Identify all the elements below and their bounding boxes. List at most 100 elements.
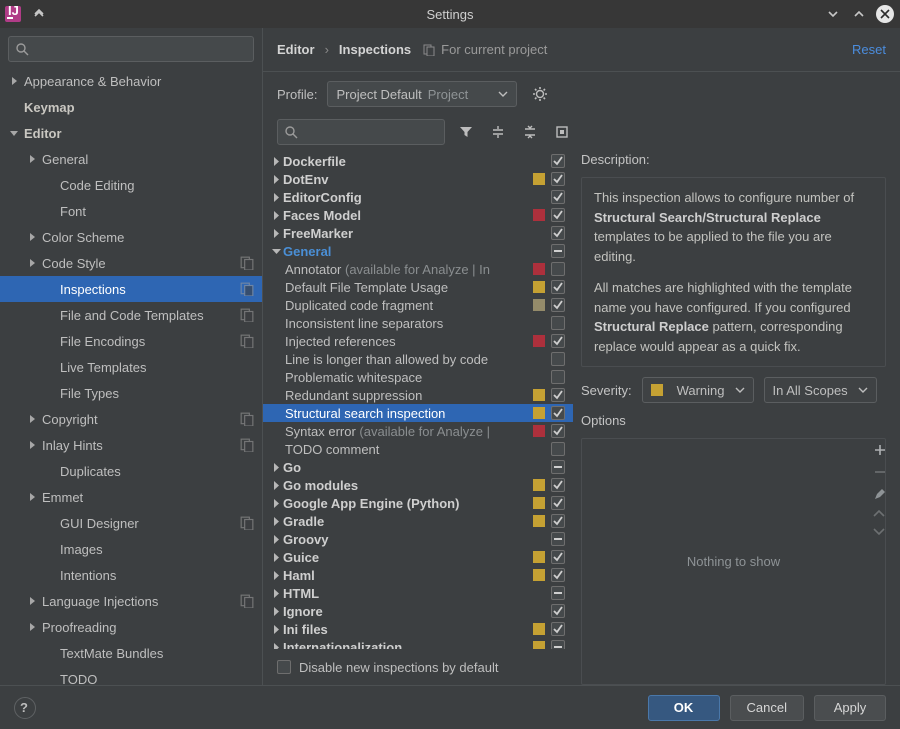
filter-button[interactable] — [455, 121, 477, 143]
sidebar-item-file-encodings[interactable]: File Encodings — [0, 328, 262, 354]
inspection-checkbox[interactable] — [551, 586, 565, 600]
inspection-row[interactable]: Structural search inspection — [263, 404, 573, 422]
edit-button[interactable] — [873, 487, 887, 501]
inspection-checkbox[interactable] — [551, 478, 565, 492]
inspection-row[interactable]: Go — [263, 458, 573, 476]
inspection-checkbox[interactable] — [551, 298, 565, 312]
inspection-checkbox[interactable] — [551, 460, 565, 474]
sidebar-item-duplicates[interactable]: Duplicates — [0, 458, 262, 484]
collapse-all-button[interactable] — [519, 121, 541, 143]
sidebar-item-font[interactable]: Font — [0, 198, 262, 224]
inspection-checkbox[interactable] — [551, 442, 565, 456]
inspection-checkbox[interactable] — [551, 550, 565, 564]
inspection-checkbox[interactable] — [551, 352, 565, 366]
sidebar-item-code-style[interactable]: Code Style — [0, 250, 262, 276]
inspection-row[interactable]: Ignore — [263, 602, 573, 620]
maximize-icon[interactable] — [848, 3, 870, 25]
inspection-checkbox[interactable] — [551, 208, 565, 222]
ok-button[interactable]: OK — [648, 695, 720, 721]
remove-button[interactable] — [873, 465, 887, 479]
sidebar-item-emmet[interactable]: Emmet — [0, 484, 262, 510]
inspection-checkbox[interactable] — [551, 424, 565, 438]
inspection-row[interactable]: Annotator (available for Analyze | In — [263, 260, 573, 278]
inspection-checkbox[interactable] — [551, 226, 565, 240]
inspection-checkbox[interactable] — [551, 316, 565, 330]
reset-link[interactable]: Reset — [852, 42, 886, 57]
sidebar-item-todo[interactable]: TODO — [0, 666, 262, 685]
inspection-checkbox[interactable] — [551, 496, 565, 510]
inspection-checkbox[interactable] — [551, 154, 565, 168]
inspection-row[interactable]: Line is longer than allowed by code — [263, 350, 573, 368]
inspection-checkbox[interactable] — [551, 604, 565, 618]
sidebar-item-copyright[interactable]: Copyright — [0, 406, 262, 432]
inspection-row[interactable]: Syntax error (available for Analyze | — [263, 422, 573, 440]
inspections-tree[interactable]: DockerfileDotEnvEditorConfigFaces ModelF… — [263, 148, 573, 649]
sidebar-item-intentions[interactable]: Intentions — [0, 562, 262, 588]
sidebar-item-inspections[interactable]: Inspections — [0, 276, 262, 302]
inspection-checkbox[interactable] — [551, 190, 565, 204]
sidebar-item-textmate-bundles[interactable]: TextMate Bundles — [0, 640, 262, 666]
sidebar-item-inlay-hints[interactable]: Inlay Hints — [0, 432, 262, 458]
inspection-checkbox[interactable] — [551, 370, 565, 384]
help-button[interactable]: ? — [14, 697, 36, 719]
profile-combo[interactable]: Project Default Project — [327, 81, 517, 107]
reset-defaults-button[interactable] — [551, 121, 573, 143]
inspection-checkbox[interactable] — [551, 280, 565, 294]
inspection-row[interactable]: Haml — [263, 566, 573, 584]
sidebar-item-live-templates[interactable]: Live Templates — [0, 354, 262, 380]
inspection-row[interactable]: Groovy — [263, 530, 573, 548]
sidebar-item-editor[interactable]: Editor — [0, 120, 262, 146]
breadcrumb-root[interactable]: Editor — [277, 42, 315, 57]
minimize-icon[interactable] — [822, 3, 844, 25]
sidebar-item-images[interactable]: Images — [0, 536, 262, 562]
move-up-button[interactable] — [873, 509, 887, 519]
inspection-checkbox[interactable] — [551, 262, 565, 276]
inspection-row[interactable]: DotEnv — [263, 170, 573, 188]
inspection-row[interactable]: General — [263, 242, 573, 260]
inspection-row[interactable]: Redundant suppression — [263, 386, 573, 404]
apply-button[interactable]: Apply — [814, 695, 886, 721]
inspection-checkbox[interactable] — [551, 172, 565, 186]
inspection-row[interactable]: Internationalization — [263, 638, 573, 649]
sidebar-item-appearance-behavior[interactable]: Appearance & Behavior — [0, 68, 262, 94]
inspection-checkbox[interactable] — [551, 640, 565, 649]
inspection-row[interactable]: TODO comment — [263, 440, 573, 458]
sidebar-search[interactable] — [8, 36, 254, 62]
sidebar-item-general[interactable]: General — [0, 146, 262, 172]
disable-new-checkbox[interactable] — [277, 660, 291, 674]
inspection-row[interactable]: FreeMarker — [263, 224, 573, 242]
inspection-row[interactable]: Inconsistent line separators — [263, 314, 573, 332]
sidebar-item-gui-designer[interactable]: GUI Designer — [0, 510, 262, 536]
inspection-row[interactable]: Go modules — [263, 476, 573, 494]
sidebar-item-keymap[interactable]: Keymap — [0, 94, 262, 120]
inspection-row[interactable]: Default File Template Usage — [263, 278, 573, 296]
sidebar-item-code-editing[interactable]: Code Editing — [0, 172, 262, 198]
inspection-row[interactable]: Injected references — [263, 332, 573, 350]
expand-up-icon[interactable] — [28, 3, 50, 25]
inspection-checkbox[interactable] — [551, 532, 565, 546]
close-button[interactable] — [874, 3, 896, 25]
sidebar-item-language-injections[interactable]: Language Injections — [0, 588, 262, 614]
inspection-row[interactable]: Ini files — [263, 620, 573, 638]
severity-combo[interactable]: Warning — [642, 377, 754, 403]
inspection-row[interactable]: Faces Model — [263, 206, 573, 224]
inspection-row[interactable]: Guice — [263, 548, 573, 566]
inspection-row[interactable]: Problematic whitespace — [263, 368, 573, 386]
inspection-checkbox[interactable] — [551, 514, 565, 528]
inspection-row[interactable]: Google App Engine (Python) — [263, 494, 573, 512]
inspection-checkbox[interactable] — [551, 334, 565, 348]
sidebar-item-proofreading[interactable]: Proofreading — [0, 614, 262, 640]
inspection-checkbox[interactable] — [551, 406, 565, 420]
move-down-button[interactable] — [873, 527, 887, 537]
inspection-row[interactable]: Dockerfile — [263, 152, 573, 170]
sidebar-item-file-and-code-templates[interactable]: File and Code Templates — [0, 302, 262, 328]
expand-all-button[interactable] — [487, 121, 509, 143]
sidebar-item-file-types[interactable]: File Types — [0, 380, 262, 406]
inspection-checkbox[interactable] — [551, 388, 565, 402]
profile-settings-button[interactable] — [527, 81, 553, 107]
scope-combo[interactable]: In All Scopes — [764, 377, 877, 403]
cancel-button[interactable]: Cancel — [730, 695, 804, 721]
inspection-row[interactable]: Duplicated code fragment — [263, 296, 573, 314]
inspection-checkbox[interactable] — [551, 244, 565, 258]
inspection-row[interactable]: EditorConfig — [263, 188, 573, 206]
